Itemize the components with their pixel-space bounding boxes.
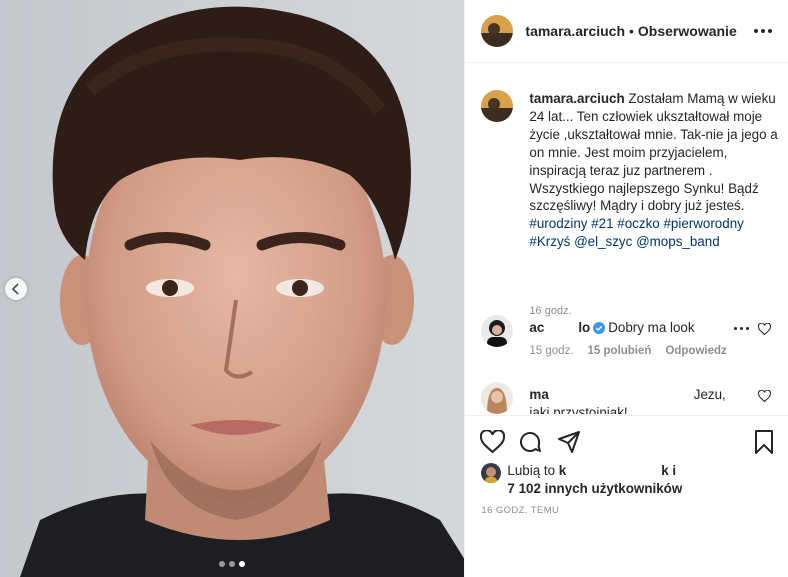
comment-body-continued: jaki przystojniak! [529,404,628,414]
avatar-image [481,463,502,483]
avatar-image [481,382,514,414]
carousel-dot[interactable] [219,561,226,567]
avatar[interactable] [481,90,514,122]
likes-summary: Lubią to kk i 7 102 innych użytkowników [481,463,778,503]
avatar[interactable] [481,15,514,47]
comment-username[interactable]: ac lo [529,320,590,335]
hashtag[interactable]: #Krzyś [529,234,570,249]
other-likes-link[interactable]: 7 102 innych użytkowników [507,481,682,496]
comments-section[interactable]: tamara.arciuch Zostałam Mamą w wieku 24 … [465,64,788,414]
mention[interactable]: @el_szyc [574,234,632,249]
caption-text: tamara.arciuch Zostałam Mamą w wieku 24 … [529,90,779,251]
avatar-image [481,90,514,122]
verified-badge-icon [593,322,606,334]
comment-item: ma Jezu, jaki przystojniak! [481,382,772,414]
avatar[interactable] [481,463,502,483]
carousel-dot-active[interactable] [239,561,246,567]
comment-body: Jezu, [693,387,726,402]
comment-icon[interactable] [518,430,542,454]
reply-button[interactable]: Odpowiedz [665,345,726,357]
carousel-prev-button[interactable] [5,278,27,300]
post-header: tamara.arciuch • Obserwowanie [465,0,788,63]
caption-username[interactable]: tamara.arciuch [529,91,624,106]
comment-time: 15 godz. [529,345,574,357]
carousel-dots [0,561,464,567]
liked-by-text: Lubią to kk i [507,463,677,478]
chevron-left-icon [11,283,19,295]
avatar-image [481,15,514,47]
carousel-dot[interactable] [229,561,236,567]
more-options-icon[interactable] [754,29,772,33]
comment-body: Dobry ma look [608,320,695,335]
comment-like-heart-icon[interactable] [758,323,772,335]
hashtag[interactable]: #pierworodny [663,216,743,231]
mention[interactable]: @mops_band [636,234,720,249]
comment-text: ma Jezu, jaki przystojniak! [529,386,744,414]
avatar[interactable] [481,315,514,347]
header-username[interactable]: tamara.arciuch [525,23,625,39]
post-photo[interactable] [0,0,465,577]
portrait-photo [0,0,465,577]
header-separator: • [629,23,634,39]
comment-meta: 15 godz. 15 polubień Odpowiedz [529,345,726,357]
post-timestamp[interactable]: 16 GODZ. TEMU [481,505,559,516]
comment-text: ac lo Dobry ma look [529,319,744,337]
instagram-post: tamara.arciuch • Obserwowanie tamara.arc… [0,0,788,577]
hashtag[interactable]: #urodziny [529,216,587,231]
caption-body: Zostałam Mamą w wieku 24 lat... Ten czło… [529,91,778,214]
avatar[interactable] [481,382,514,414]
post-sidebar: tamara.arciuch • Obserwowanie tamara.arc… [464,0,788,577]
heart-icon[interactable] [480,430,506,453]
comment-item: ac lo Dobry ma look 15 godz. 15 polubień O… [481,315,772,359]
share-icon[interactable] [557,430,581,454]
comment-username[interactable]: ma [529,387,548,402]
follow-status-button[interactable]: Obserwowanie [638,23,737,39]
comment-likes-count[interactable]: 15 polubień [588,345,652,357]
liked-by-user[interactable]: kk i [559,463,676,478]
avatar-image [481,315,514,347]
hashtag[interactable]: #21 [591,216,613,231]
bookmark-icon[interactable] [754,430,774,454]
comment-like-heart-icon[interactable] [758,390,772,402]
hashtag[interactable]: #oczko [617,216,659,231]
comment-options-icon[interactable] [734,327,750,330]
